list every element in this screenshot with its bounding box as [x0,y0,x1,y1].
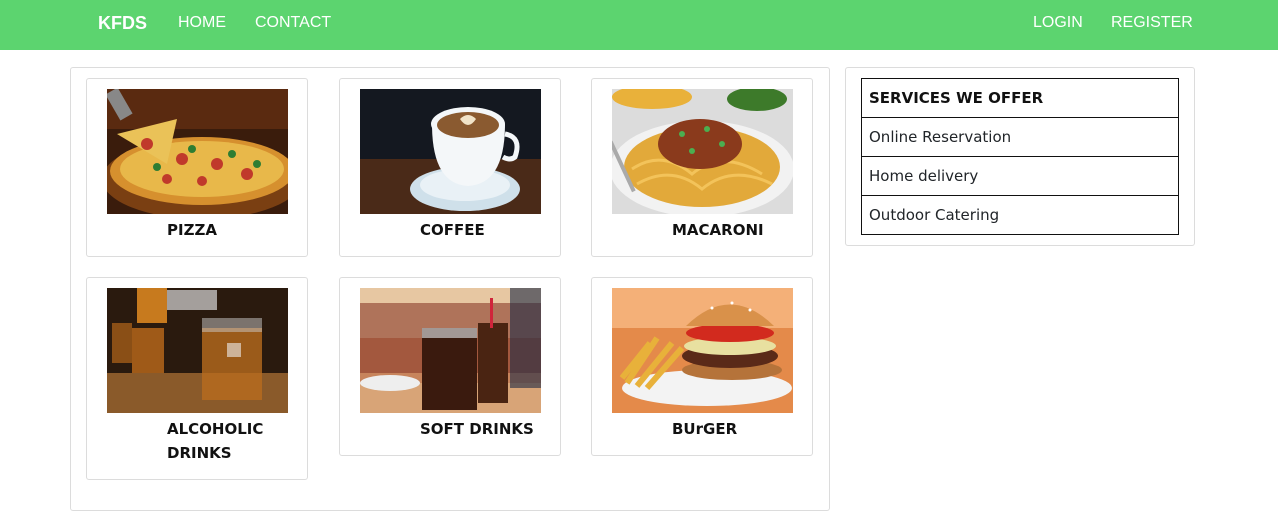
menu-card-pizza[interactable]: PIZZA [86,78,308,257]
menu-card-label: BUrGER [672,420,738,438]
menu-card-coffee[interactable]: COFFEE [339,78,561,257]
macaroni-image [612,89,793,214]
menu-card-label-line2: DRINKS [167,444,232,462]
menu-card-label: PIZZA [167,221,217,239]
menu-card-burger[interactable]: BUrGER [591,277,813,456]
pizza-image [107,89,288,214]
menu-panel: PIZZA COFFEE MACARONI ALCOHOLIC DRINKS S… [70,67,830,511]
menu-card-soft-drinks[interactable]: SOFT DRINKS [339,277,561,456]
alcoholic-drinks-image [107,288,288,413]
nav-login-link[interactable]: LOGIN [1033,0,1083,50]
brand-link[interactable]: KFDS [98,0,147,50]
service-outdoor-catering: Outdoor Catering [862,196,1178,235]
services-title: SERVICES WE OFFER [862,79,1178,118]
coffee-image [360,89,541,214]
services-panel: SERVICES WE OFFER Online Reservation Hom… [845,67,1195,246]
nav-register-link[interactable]: REGISTER [1111,0,1193,50]
burger-image [612,288,793,413]
nav-home-link[interactable]: HOME [178,0,226,50]
menu-card-macaroni[interactable]: MACARONI [591,78,813,257]
service-online-reservation: Online Reservation [862,118,1178,157]
nav-contact-link[interactable]: CONTACT [255,0,331,50]
menu-card-label: MACARONI [672,221,764,239]
menu-card-label: COFFEE [420,221,485,239]
services-table: SERVICES WE OFFER Online Reservation Hom… [861,78,1179,235]
menu-card-label-line1: ALCOHOLIC [167,420,264,438]
menu-card-alcoholic-drinks[interactable]: ALCOHOLIC DRINKS [86,277,308,480]
service-home-delivery: Home delivery [862,157,1178,196]
menu-card-label: SOFT DRINKS [420,420,534,438]
soft-drinks-image [360,288,541,413]
navbar: KFDS HOME CONTACT LOGIN REGISTER [0,0,1278,50]
